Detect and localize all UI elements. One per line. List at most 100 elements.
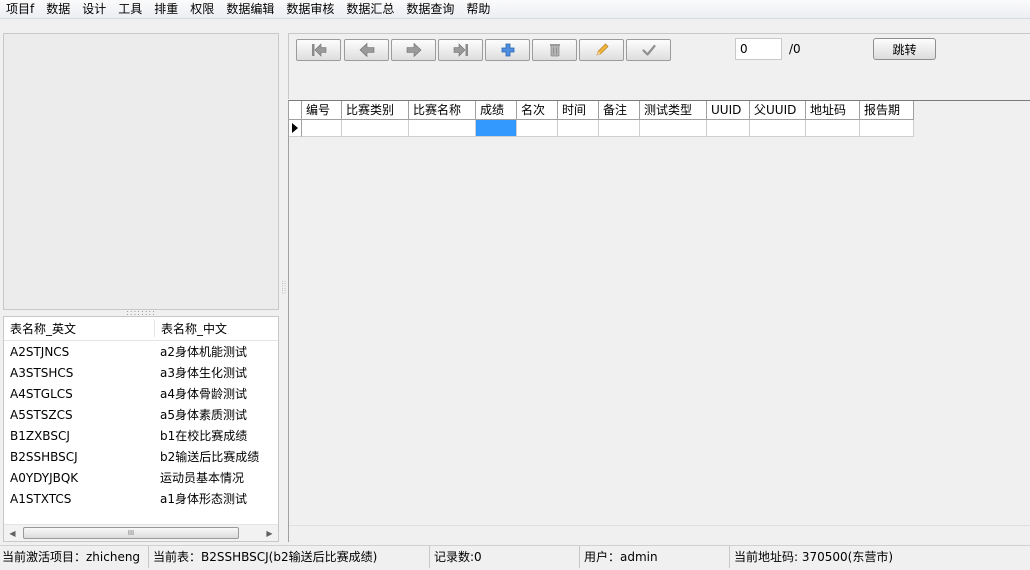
grid-cell[interactable] xyxy=(517,120,558,137)
scroll-right-arrow-icon[interactable]: ▶ xyxy=(261,525,278,541)
menu-help[interactable]: 帮助 xyxy=(460,0,496,18)
menu-tools[interactable]: 工具 xyxy=(112,0,148,18)
column-header-match-category[interactable]: 比赛类别 xyxy=(342,101,409,120)
jump-button[interactable]: 跳转 xyxy=(873,38,936,60)
checkmark-icon xyxy=(641,44,656,56)
table-chinese-name: a4身体骨龄测试 xyxy=(160,387,247,401)
grid-horizontal-scrollbar[interactable] xyxy=(289,525,1030,542)
table-chinese-name: b1在校比赛成绩 xyxy=(160,429,248,443)
grid-cell[interactable] xyxy=(599,120,640,137)
status-address-code: 当前地址码: 370500(东营市) xyxy=(734,549,894,564)
column-header-report-period[interactable]: 报告期 xyxy=(860,101,914,120)
status-user: 用户：admin xyxy=(580,545,730,568)
grid-cell-selected[interactable] xyxy=(476,120,517,137)
table-chinese-name: b2输送后比赛成绩 xyxy=(160,450,260,464)
column-header-parent-uuid[interactable]: 父UUID xyxy=(750,101,806,120)
table-chinese-name: a2身体机能测试 xyxy=(160,345,247,359)
pencil-icon xyxy=(595,43,608,56)
navigator-toolbar: /0 跳转 xyxy=(288,33,1030,99)
page-total: /0 xyxy=(789,42,801,56)
table-english-name: A1STXTCS xyxy=(10,491,72,506)
table-row[interactable] xyxy=(289,120,914,137)
column-header-uuid[interactable]: UUID xyxy=(707,101,750,120)
menu-data[interactable]: 数据 xyxy=(40,0,76,18)
table-english-name: B2SSHBSCJ xyxy=(10,449,78,464)
scrollbar-thumb[interactable]: III xyxy=(23,527,239,539)
grid-cell[interactable] xyxy=(640,120,707,137)
confirm-record-button[interactable] xyxy=(626,39,671,61)
grid-cell[interactable] xyxy=(750,120,806,137)
menu-data-review[interactable]: 数据审核 xyxy=(280,0,340,18)
grid-cell[interactable] xyxy=(707,120,750,137)
table-english-name: B1ZXBSCJ xyxy=(10,428,70,443)
column-header-notes[interactable]: 备注 xyxy=(599,101,640,120)
menu-dedupe[interactable]: 排重 xyxy=(148,0,184,18)
menu-permissions[interactable]: 权限 xyxy=(184,0,220,18)
column-header-rank[interactable]: 名次 xyxy=(517,101,558,120)
list-item[interactable]: A2STJNCS a2身体机能测试 xyxy=(4,341,278,362)
list-item[interactable]: A5STSZCS a5身体素质测试 xyxy=(4,404,278,425)
column-header-id[interactable]: 编号 xyxy=(302,101,342,120)
first-record-button[interactable] xyxy=(296,39,341,61)
column-header-english-name[interactable]: 表名称_英文 xyxy=(4,320,154,337)
column-header-chinese-name[interactable]: 表名称_中文 xyxy=(154,320,227,337)
data-grid: 编号 比赛类别 比赛名称 成绩 名次 时间 备注 测试类型 UUID 父UUID… xyxy=(288,100,1030,542)
table-english-name: A4STGLCS xyxy=(10,386,73,401)
table-chinese-name: 运动员基本情况 xyxy=(160,471,245,485)
delete-record-button[interactable] xyxy=(532,39,577,61)
table-chinese-name: a5身体素质测试 xyxy=(160,408,247,422)
row-indicator-icon xyxy=(289,120,302,137)
status-active-project: 当前激活项目：zhicheng xyxy=(0,545,149,568)
menu-bar: 项目f 数据 设计 工具 排重 权限 数据编辑 数据审核 数据汇总 数据查询 帮… xyxy=(0,0,1030,19)
list-item[interactable]: B1ZXBSCJ b1在校比赛成绩 xyxy=(4,425,278,446)
page-number-input[interactable] xyxy=(735,38,782,60)
last-record-button[interactable] xyxy=(438,39,483,61)
table-english-name: A3STSHCS xyxy=(10,365,74,380)
horizontal-scrollbar[interactable]: ◀ III ▶ xyxy=(4,524,278,541)
row-indicator-header xyxy=(289,101,302,120)
column-header-address-code[interactable]: 地址码 xyxy=(806,101,860,120)
previous-record-icon xyxy=(359,42,374,58)
table-chinese-name: a3身体生化测试 xyxy=(160,366,247,380)
list-item[interactable]: A1STXTCS a1身体形态测试 xyxy=(4,488,278,509)
column-header-test-type[interactable]: 测试类型 xyxy=(640,101,707,120)
scroll-left-arrow-icon[interactable]: ◀ xyxy=(4,525,21,541)
column-header-match-name[interactable]: 比赛名称 xyxy=(409,101,476,120)
first-record-icon xyxy=(311,43,326,57)
previous-record-button[interactable] xyxy=(344,39,389,61)
table-english-name: A0YDYJBQK xyxy=(10,470,79,485)
status-current-table: 当前表：B2SSHBSCJ(b2输送后比赛成绩) xyxy=(149,545,430,568)
column-header-time[interactable]: 时间 xyxy=(558,101,599,120)
menu-data-query[interactable]: 数据查询 xyxy=(400,0,460,18)
edit-record-button[interactable] xyxy=(579,39,624,61)
grid-cell[interactable] xyxy=(342,120,409,137)
grid-cell[interactable] xyxy=(860,120,914,137)
table-english-name: A2STJNCS xyxy=(10,344,70,359)
vertical-splitter[interactable]: :::::: xyxy=(280,33,288,542)
table-list: 表名称_英文 表名称_中文 A2STJNCS a2身体机能测试 A3STSHCS… xyxy=(3,316,279,542)
status-bar: 当前激活项目：zhicheng 当前表：B2SSHBSCJ(b2输送后比赛成绩)… xyxy=(0,545,1030,568)
table-chinese-name: a1身体形态测试 xyxy=(160,492,247,506)
list-item[interactable]: A4STGLCS a4身体骨龄测试 xyxy=(4,383,278,404)
menu-data-edit[interactable]: 数据编辑 xyxy=(220,0,280,18)
grid-cell[interactable] xyxy=(409,120,476,137)
grid-header: 编号 比赛类别 比赛名称 成绩 名次 时间 备注 测试类型 UUID 父UUID… xyxy=(289,101,914,120)
grid-cell[interactable] xyxy=(806,120,860,137)
grid-cell[interactable] xyxy=(302,120,342,137)
status-record-count: 记录数:0 xyxy=(430,545,580,568)
next-record-button[interactable] xyxy=(391,39,436,61)
left-top-panel xyxy=(3,33,279,310)
column-header-score[interactable]: 成绩 xyxy=(476,101,517,120)
plus-icon xyxy=(501,43,514,57)
next-record-icon xyxy=(406,42,421,58)
add-record-button[interactable] xyxy=(485,39,530,61)
grid-cell[interactable] xyxy=(558,120,599,137)
list-item[interactable]: A0YDYJBQK 运动员基本情况 xyxy=(4,467,278,488)
list-item[interactable]: A3STSHCS a3身体生化测试 xyxy=(4,362,278,383)
trash-icon xyxy=(549,44,560,57)
menu-data-summary[interactable]: 数据汇总 xyxy=(340,0,400,18)
table-list-header: 表名称_英文 表名称_中文 xyxy=(4,317,278,341)
menu-project[interactable]: 项目f xyxy=(0,0,40,18)
menu-design[interactable]: 设计 xyxy=(76,0,112,18)
list-item[interactable]: B2SSHBSCJ b2输送后比赛成绩 xyxy=(4,446,278,467)
